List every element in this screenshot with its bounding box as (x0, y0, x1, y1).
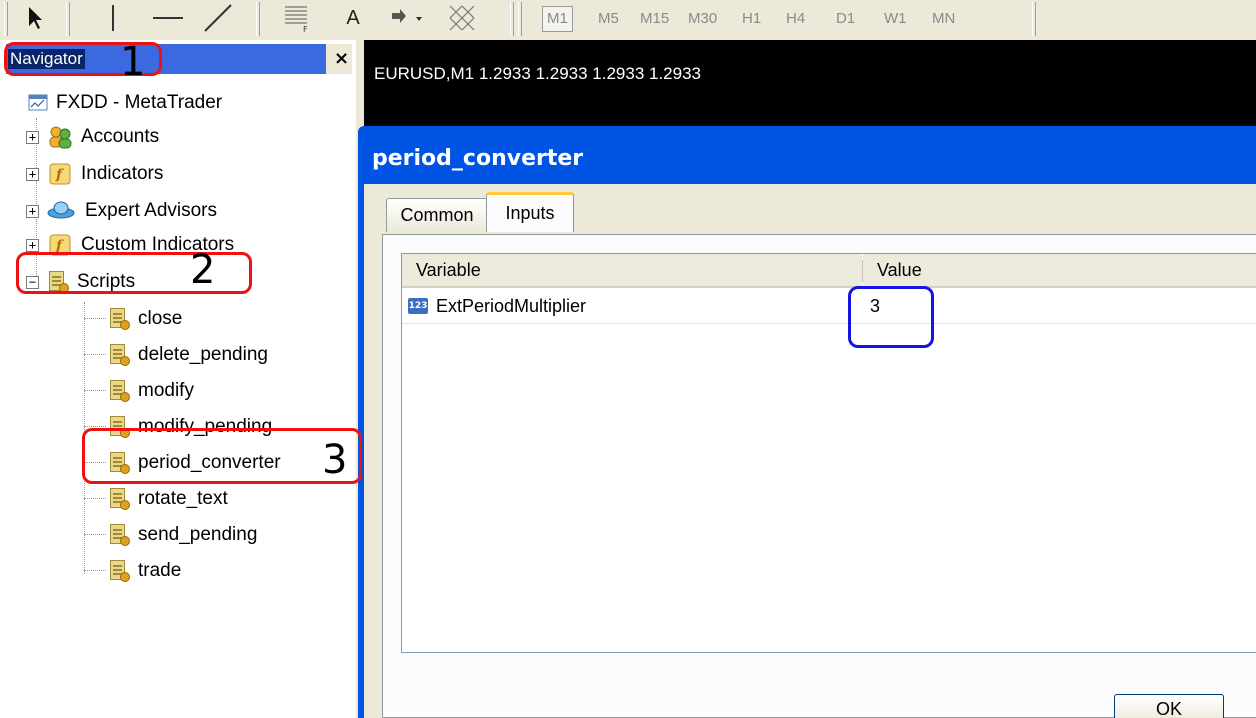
tree-line (84, 534, 106, 535)
tab-common[interactable]: Common (386, 198, 488, 232)
tree-item-script-trade[interactable]: trade (108, 557, 181, 585)
script-icon (108, 343, 130, 367)
expand-indicators-button[interactable]: + (26, 167, 39, 181)
variable-cell: 123 ExtPeriodMultiplier (408, 288, 858, 324)
script-icon (108, 523, 130, 547)
toolbar-separator (66, 2, 70, 36)
expand-custom-indicators-button[interactable]: + (26, 238, 39, 252)
tree-item-script-modify[interactable]: modify (108, 377, 194, 405)
annotation-number-1: 1 (120, 39, 146, 85)
toolbar-separator (256, 2, 260, 36)
annotation-number-2: 2 (190, 247, 216, 293)
tree-item-label: send_pending (138, 524, 258, 545)
tree-item-script-close[interactable]: close (108, 305, 182, 333)
tree-item-script-send-pending[interactable]: send_pending (108, 521, 257, 549)
timeframe-m15-button[interactable]: M15 (640, 10, 669, 27)
horizontal-line-icon (153, 17, 183, 19)
arrow-cursor-icon (29, 7, 42, 29)
timeframe-m1-button[interactable]: M1 (542, 6, 573, 32)
inputs-table: Variable Value 123 ExtPeriodMultiplier 3 (401, 253, 1256, 653)
fibonacci-tool-button[interactable]: F (280, 0, 314, 36)
column-header-value[interactable]: Value (863, 254, 1256, 288)
tree-item-label: delete_pending (138, 344, 268, 365)
tree-item-label: Accounts (81, 126, 160, 147)
toolbar-separator (510, 2, 514, 36)
toolbar: F A M1 M5 M15 M30 H1 H4 D1 W1 MN (0, 0, 1256, 40)
annotation-box-3 (82, 428, 362, 484)
expand-accounts-button[interactable]: + (26, 130, 39, 144)
script-icon (108, 487, 130, 511)
table-row[interactable]: 123 ExtPeriodMultiplier 3 (402, 288, 1256, 324)
tree-item-label: close (138, 308, 183, 329)
grid-pattern-icon (449, 5, 475, 31)
script-icon (108, 307, 130, 331)
tree-item-label: Expert Advisors (85, 200, 217, 221)
cursor-tool-button[interactable] (18, 0, 52, 36)
tree-line (84, 390, 106, 391)
toolbar-grip[interactable] (4, 2, 8, 36)
tree-item-label: modify (138, 380, 194, 401)
tree-line (84, 426, 106, 427)
tree-item-label: Indicators (81, 163, 164, 184)
timeframe-h4-button[interactable]: H4 (786, 10, 805, 27)
tree-item-indicators[interactable]: + f Indicators (26, 160, 163, 188)
dialog-title: period_converter (372, 146, 584, 171)
trendline-icon (204, 4, 232, 32)
expert-advisors-icon (47, 201, 75, 219)
fibonacci-icon: F (285, 6, 308, 33)
timeframe-d1-button[interactable]: D1 (836, 10, 855, 27)
annotation-number-3: 3 (322, 437, 348, 483)
text-tool-button[interactable]: A (336, 0, 370, 36)
ok-button[interactable]: OK (1114, 694, 1224, 718)
timeframe-h1-button[interactable]: H1 (742, 10, 761, 27)
annotation-box-value (848, 286, 934, 348)
tree-line (84, 318, 106, 319)
terminal-icon (28, 94, 48, 111)
script-icon (108, 559, 130, 583)
tree-item-accounts[interactable]: + Accounts (26, 123, 159, 151)
dialog-body: Common Inputs Variable Value 123 ExtPeri… (364, 184, 1256, 718)
indicators-icon: f (49, 163, 71, 185)
accounts-icon (49, 126, 72, 149)
vertical-line-tool-button[interactable] (98, 0, 128, 36)
horizontal-line-tool-button[interactable] (148, 0, 188, 36)
arrows-dropdown-icon (392, 9, 422, 23)
tree-root-fxdd-metatrader[interactable]: FXDD - MetaTrader (28, 90, 222, 116)
tree-item-expert-advisors[interactable]: + Expert Advisors (26, 197, 217, 225)
timeframe-mn-button[interactable]: MN (932, 10, 955, 27)
variable-name: ExtPeriodMultiplier (436, 295, 587, 316)
trendline-tool-button[interactable] (198, 0, 238, 36)
arrows-tool-button[interactable] (388, 0, 428, 36)
tree-item-label: trade (138, 560, 182, 581)
timeframe-m5-button[interactable]: M5 (598, 10, 619, 27)
annotation-box-2 (16, 252, 252, 294)
tree-item-script-rotate-text[interactable]: rotate_text (108, 485, 228, 513)
column-header-variable[interactable]: Variable (402, 254, 862, 288)
tree-line (84, 354, 106, 355)
period-converter-dialog: period_converter Common Inputs Variable … (358, 126, 1256, 718)
svg-text:F: F (303, 25, 308, 33)
timeframe-m30-button[interactable]: M30 (688, 10, 717, 27)
inputs-tab-panel: Variable Value 123 ExtPeriodMultiplier 3 (382, 234, 1256, 718)
tree-line (84, 570, 106, 571)
toolbar-grip[interactable] (518, 2, 522, 36)
tree-item-label: rotate_text (138, 488, 228, 509)
vertical-line-icon (112, 5, 114, 31)
tree-item-script-delete-pending[interactable]: delete_pending (108, 341, 268, 369)
script-icon (108, 379, 130, 403)
integer-type-icon: 123 (408, 298, 428, 314)
chart-symbol-header: EURUSD,M1 1.2933 1.2933 1.2933 1.2933 (374, 64, 702, 83)
tree-root-label: FXDD - MetaTrader (56, 92, 223, 113)
expand-expert-advisors-button[interactable]: + (26, 204, 39, 218)
grid-pattern-tool-button[interactable] (444, 0, 480, 36)
toolbar-separator (1032, 2, 1036, 36)
navigator-panel: Navigator × FXDD - MetaTrader + Accounts… (0, 40, 358, 718)
navigator-close-button[interactable]: × (334, 48, 349, 69)
tree-line (84, 498, 106, 499)
tab-inputs[interactable]: Inputs (486, 192, 574, 232)
timeframe-w1-button[interactable]: W1 (884, 10, 907, 27)
